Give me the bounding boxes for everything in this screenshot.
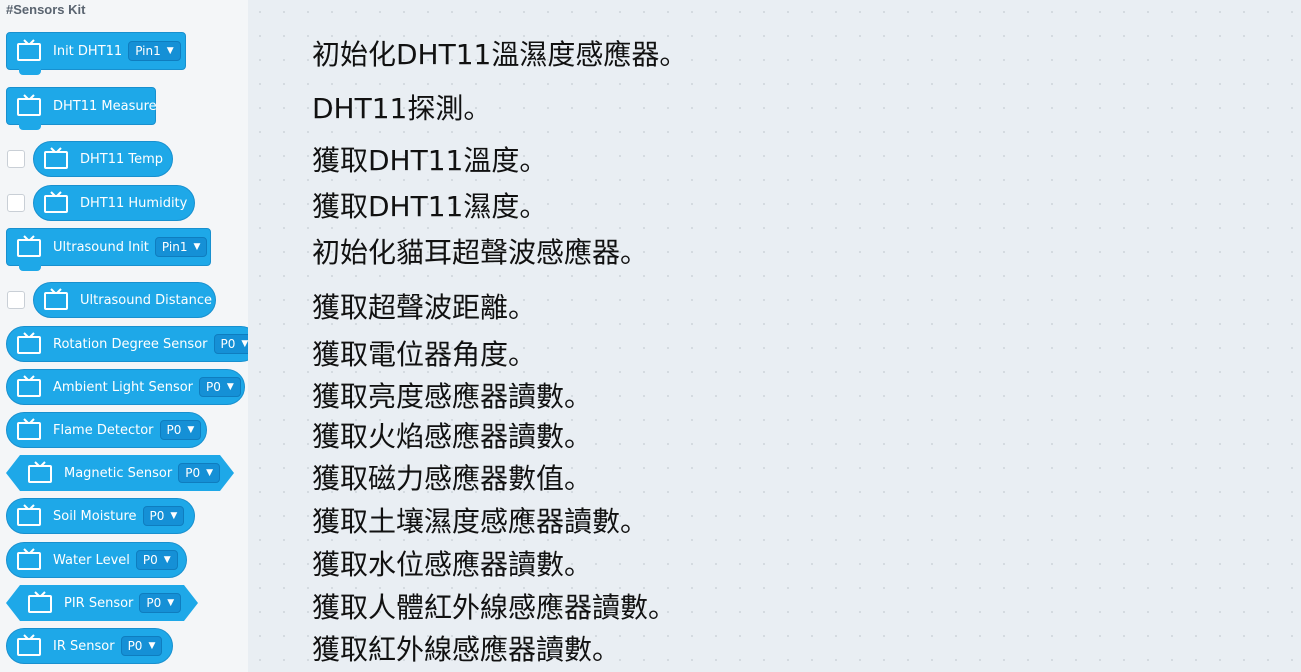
tv-icon xyxy=(17,332,41,354)
caret-down-icon: ▼ xyxy=(226,382,234,392)
description-line: 獲取DHT11濕度。 xyxy=(312,190,548,223)
tv-icon xyxy=(44,288,68,310)
description-line: 獲取土壤濕度感應器讀數。 xyxy=(312,505,649,538)
tv-icon xyxy=(44,147,68,169)
pin-dropdown[interactable]: P0 ▼ xyxy=(178,463,220,483)
block-label: DHT11 Measure xyxy=(53,98,157,114)
block-label: Ultrasound Distance xyxy=(80,292,212,308)
block-label: DHT11 Temp xyxy=(80,151,164,167)
block-pir-sensor[interactable]: PIR Sensor P0 ▼ xyxy=(6,585,198,621)
pin-dropdown[interactable]: P0 ▼ xyxy=(199,377,241,397)
block-label: DHT11 Humidity xyxy=(80,195,188,211)
dropdown-value: P0 xyxy=(206,380,221,394)
description-line: 獲取紅外線感應器讀數。 xyxy=(312,633,621,666)
pin-dropdown[interactable]: P0 ▼ xyxy=(135,550,178,570)
toolbox-panel: #Sensors Kit Init DHT11 Pin1 ▼ DHT11 Meas… xyxy=(0,0,248,672)
description-line: 獲取磁力感應器數值。 xyxy=(312,462,593,495)
dropdown-value: P0 xyxy=(149,509,165,523)
tv-icon xyxy=(26,591,54,615)
tv-icon xyxy=(17,504,41,526)
tv-icon xyxy=(17,39,41,61)
checkbox-dht11-temp[interactable] xyxy=(7,150,25,168)
block-magnetic-sensor[interactable]: Magnetic Sensor P0 ▼ xyxy=(6,455,234,491)
block-init-dht11[interactable]: Init DHT11 Pin1 ▼ xyxy=(6,32,186,75)
tv-icon xyxy=(17,548,41,570)
block-label: Flame Detector xyxy=(53,422,154,438)
dropdown-value: Pin1 xyxy=(135,44,161,58)
block-flame-detector[interactable]: Flame Detector P0 ▼ xyxy=(6,412,207,448)
pin-dropdown[interactable]: P0 ▼ xyxy=(213,334,248,354)
caret-down-icon: ▼ xyxy=(206,468,214,478)
description-line: 獲取水位感應器讀數。 xyxy=(312,548,593,581)
dropdown-value: P0 xyxy=(146,596,162,610)
description-line: 獲取電位器角度。 xyxy=(312,338,537,371)
pin-dropdown[interactable]: P0 ▼ xyxy=(142,506,185,526)
tv-icon xyxy=(17,418,41,440)
pin-dropdown[interactable]: Pin1 ▼ xyxy=(128,41,181,61)
block-dht11-measure[interactable]: DHT11 Measure xyxy=(6,87,157,130)
category-title: #Sensors Kit xyxy=(6,2,86,17)
block-ultrasound-distance[interactable]: Ultrasound Distance xyxy=(33,282,216,318)
checkbox-dht11-humidity[interactable] xyxy=(7,194,25,212)
tv-icon xyxy=(17,94,41,116)
description-line: 初始化DHT11溫濕度感應器。 xyxy=(312,38,688,71)
pin-dropdown[interactable]: P0 ▼ xyxy=(120,636,163,656)
block-label: Init DHT11 xyxy=(53,43,123,59)
caret-down-icon: ▼ xyxy=(187,425,195,435)
block-label: Rotation Degree Sensor xyxy=(53,336,208,352)
caret-down-icon: ▼ xyxy=(148,641,156,651)
description-line: 獲取DHT11溫度。 xyxy=(312,144,548,177)
dropdown-value: P0 xyxy=(127,639,143,653)
dropdown-value: P0 xyxy=(185,466,201,480)
block-water-level[interactable]: Water Level P0 ▼ xyxy=(6,542,187,578)
description-line: 獲取人體紅外線感應器讀數。 xyxy=(312,591,677,624)
block-label: PIR Sensor xyxy=(64,595,134,611)
block-ir-sensor[interactable]: IR Sensor P0 ▼ xyxy=(6,628,173,664)
caret-down-icon: ▼ xyxy=(170,511,178,521)
dropdown-value: P0 xyxy=(142,553,158,567)
description-line: 獲取超聲波距離。 xyxy=(312,291,537,324)
block-dht11-temp[interactable]: DHT11 Temp xyxy=(33,141,173,177)
dropdown-value: Pin1 xyxy=(161,240,188,254)
tv-icon xyxy=(17,235,41,257)
caret-down-icon: ▼ xyxy=(167,598,175,608)
dropdown-value: P0 xyxy=(220,337,236,351)
block-ambient-light-sensor[interactable]: Ambient Light Sensor P0 ▼ xyxy=(6,369,245,405)
caret-down-icon: ▼ xyxy=(241,339,248,349)
block-label: Water Level xyxy=(53,552,130,568)
block-rotation-degree-sensor[interactable]: Rotation Degree Sensor P0 ▼ xyxy=(6,326,248,362)
tv-icon xyxy=(44,191,68,213)
description-line: 獲取火焰感應器讀數。 xyxy=(312,420,593,453)
block-label: Soil Moisture xyxy=(53,508,137,524)
block-soil-moisture[interactable]: Soil Moisture P0 ▼ xyxy=(6,498,195,534)
tv-icon xyxy=(17,634,41,656)
caret-down-icon: ▼ xyxy=(166,46,174,56)
tv-icon xyxy=(26,461,54,485)
block-label: IR Sensor xyxy=(53,638,115,654)
caret-down-icon: ▼ xyxy=(163,555,171,565)
description-line: DHT11探測。 xyxy=(312,92,492,125)
checkbox-ultrasound-distance[interactable] xyxy=(7,291,25,309)
pin-dropdown[interactable]: Pin1 ▼ xyxy=(154,237,208,257)
block-label: Magnetic Sensor xyxy=(64,465,173,481)
caret-down-icon: ▼ xyxy=(193,242,201,252)
pin-dropdown[interactable]: P0 ▼ xyxy=(139,593,181,613)
pin-dropdown[interactable]: P0 ▼ xyxy=(159,420,202,440)
dropdown-value: P0 xyxy=(166,423,182,437)
block-label: Ultrasound Init xyxy=(53,239,149,255)
block-ultrasound-init[interactable]: Ultrasound Init Pin1 ▼ xyxy=(6,228,211,271)
description-line: 獲取亮度感應器讀數。 xyxy=(312,380,593,413)
block-label: Ambient Light Sensor xyxy=(53,379,194,395)
block-dht11-humidity[interactable]: DHT11 Humidity xyxy=(33,185,195,221)
tv-icon xyxy=(17,375,41,397)
description-line: 初始化貓耳超聲波感應器。 xyxy=(312,236,649,269)
